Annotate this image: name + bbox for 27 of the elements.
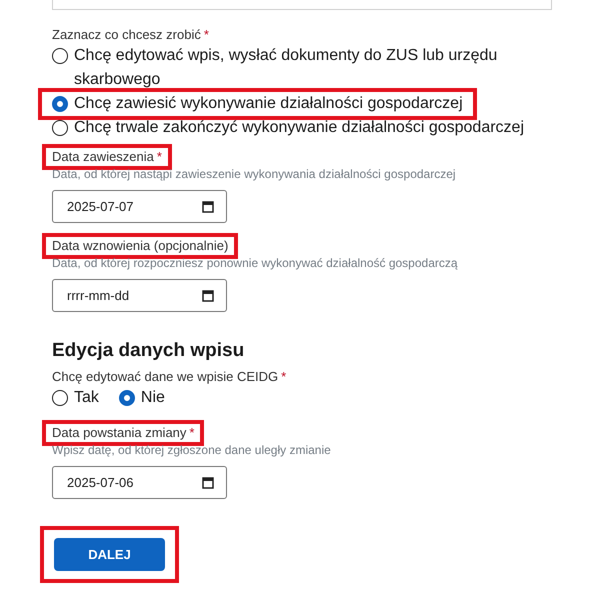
field-label: Chcę edytować dane we wpisie CEIDG * <box>52 368 288 386</box>
radio-label[interactable]: Chcę trwale zakończyć wykonywanie działalności gospodarczej <box>74 116 524 140</box>
field-hint: Wpisz datę, od której zgłoszone dane uległy zmianie <box>52 442 332 458</box>
next-button[interactable]: DALEJ <box>54 538 165 571</box>
field-label: Data powstania zmiany * <box>52 424 194 442</box>
calendar-icon <box>202 289 214 302</box>
radio-button[interactable] <box>118 390 135 406</box>
calendar-icon <box>202 476 214 489</box>
date-field[interactable]: 2025-07-07 <box>52 190 227 223</box>
radio-label[interactable]: Tak <box>74 386 99 410</box>
calendar-icon <box>202 200 214 213</box>
radio-button[interactable] <box>52 120 68 136</box>
date-field[interactable]: rrrr-mm-dd <box>52 279 227 312</box>
radio-label[interactable]: Nie <box>140 386 165 410</box>
field-hint: Data, od której nastąpi zawieszenie wykonywania działalności gospodarczej <box>52 166 457 182</box>
field-hint: Data, od której rozpoczniesz ponownie wykonywać działalność gospodarczą <box>52 255 459 271</box>
section-heading: Edycja danych wpisu <box>52 340 246 362</box>
radio-label[interactable]: Chcę edytować wpis, wysłać dokumenty do ZUS lub urzędu skarbowego <box>74 44 542 92</box>
radio-button[interactable] <box>52 96 68 112</box>
text-field[interactable] <box>52 0 552 10</box>
date-field[interactable]: 2025-07-06 <box>52 466 227 499</box>
radio-button[interactable] <box>52 390 68 406</box>
field-label: Data wznowienia (opcjonalnie) <box>52 237 228 255</box>
radio-label[interactable]: Chcę zawiesić wykonywanie działalności gospodarczej <box>74 92 463 116</box>
field-label: Data zawieszenia * <box>52 148 162 166</box>
radio-button[interactable] <box>52 48 68 64</box>
field-label: Zaznacz co chcesz zrobić * <box>52 26 210 44</box>
